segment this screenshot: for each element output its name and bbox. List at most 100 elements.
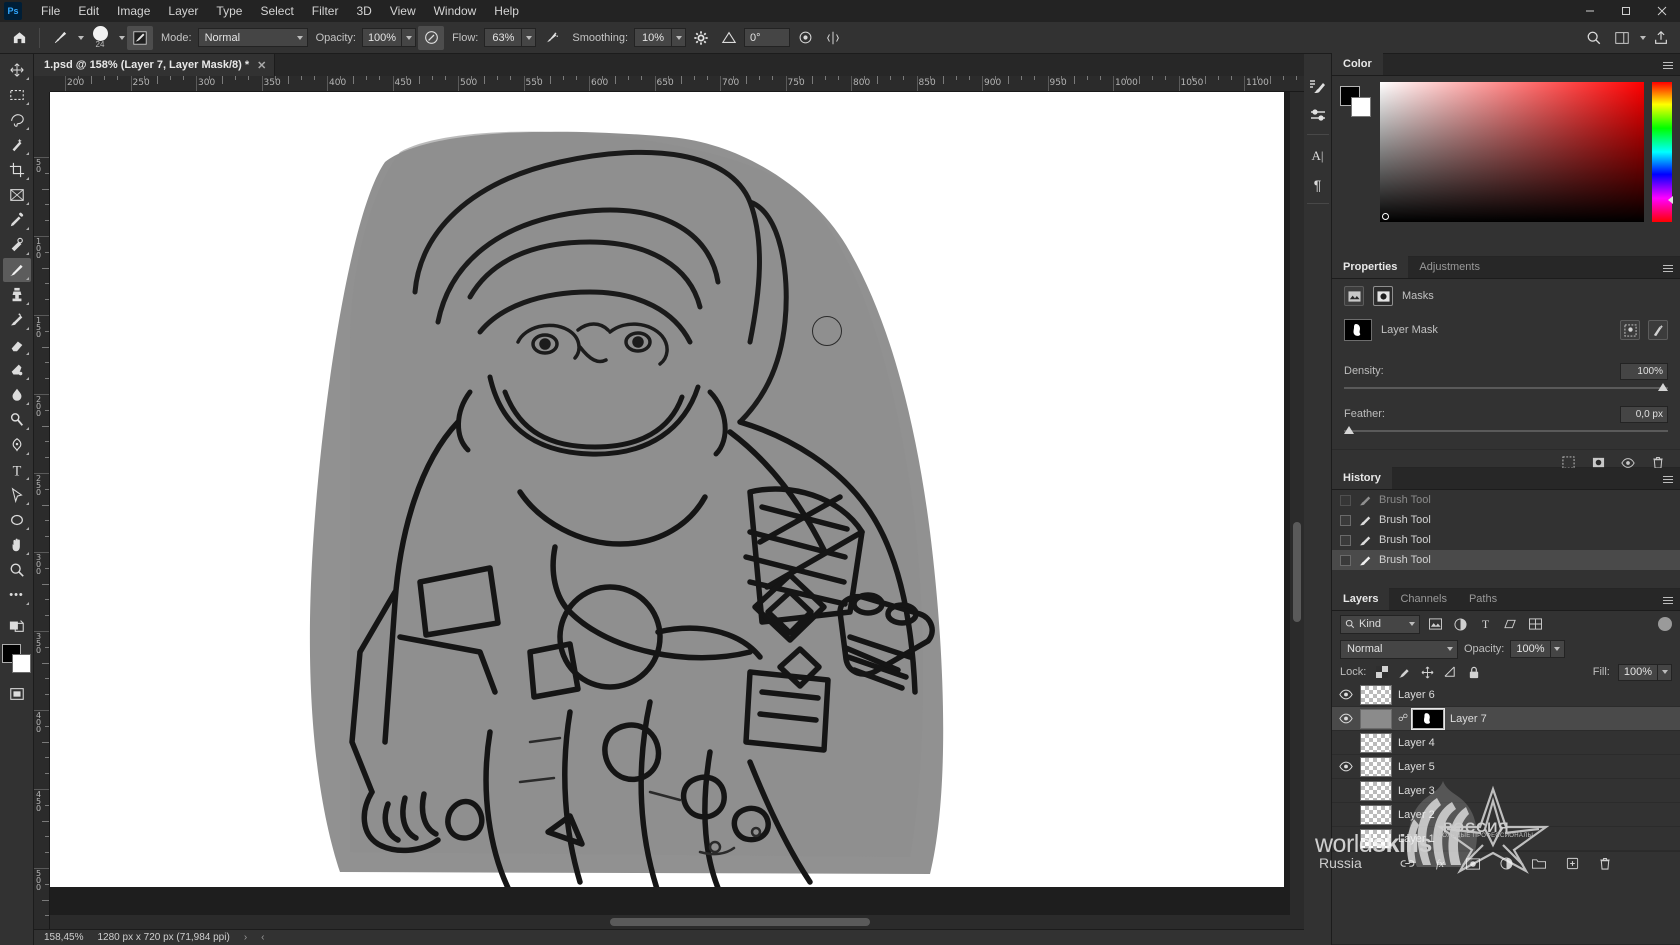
gear-icon[interactable] xyxy=(688,26,714,50)
color-panel-swatches[interactable] xyxy=(1340,86,1372,118)
scrollbar-thumb[interactable] xyxy=(610,918,870,926)
move-tool[interactable] xyxy=(3,58,31,82)
chevron-down-icon[interactable] xyxy=(1658,663,1672,681)
flow-value[interactable]: 63% xyxy=(484,28,523,47)
layer-mask-thumbnail[interactable] xyxy=(1344,319,1372,341)
brush-settings-icon[interactable] xyxy=(127,25,153,50)
scrollbar-thumb[interactable] xyxy=(1293,522,1301,622)
crop-tool[interactable] xyxy=(3,158,31,182)
layer-fill-control[interactable]: 100% xyxy=(1617,663,1672,681)
history-item[interactable]: Brush Tool xyxy=(1332,510,1680,530)
ellipse-tool[interactable] xyxy=(3,508,31,532)
layer-name[interactable]: Layer 2 xyxy=(1398,809,1435,821)
new-layer-icon[interactable] xyxy=(1564,856,1580,872)
object-selection-tool[interactable] xyxy=(3,133,31,157)
path-selection-tool[interactable] xyxy=(3,483,31,507)
gradient-tool[interactable] xyxy=(3,358,31,382)
layer-name[interactable]: Layer 1 xyxy=(1398,833,1435,845)
layer-thumbnail[interactable] xyxy=(1360,804,1392,825)
history-brush-tool[interactable] xyxy=(3,308,31,332)
close-button[interactable] xyxy=(1644,0,1680,22)
delete-layer-icon[interactable] xyxy=(1597,856,1613,872)
vector-mask-icon[interactable] xyxy=(1373,286,1393,306)
search-icon[interactable] xyxy=(1581,26,1607,50)
share-icon[interactable] xyxy=(1648,26,1674,50)
canvas[interactable] xyxy=(50,92,1284,929)
tab-adjustments[interactable]: Adjustments xyxy=(1408,256,1491,278)
paragraph-panel-icon[interactable]: ¶ xyxy=(1306,172,1330,198)
brush-size-preview[interactable]: 24 xyxy=(86,25,114,51)
history-item[interactable]: Brush Tool xyxy=(1332,490,1680,510)
layer-opacity-value[interactable]: 100% xyxy=(1510,640,1551,658)
lasso-tool[interactable] xyxy=(3,108,31,132)
airbrush-icon[interactable] xyxy=(538,26,564,50)
select-subject-icon[interactable] xyxy=(1620,320,1640,340)
filter-adjustment-icon[interactable] xyxy=(1451,615,1470,634)
filter-toggle-switch[interactable] xyxy=(1658,617,1672,631)
brush-settings-icon[interactable] xyxy=(1306,74,1330,100)
history-source-checkbox[interactable] xyxy=(1340,514,1351,526)
layer-blend-mode-select[interactable]: Normal xyxy=(1340,639,1458,659)
workspace-icon[interactable] xyxy=(1609,26,1635,50)
history-source-checkbox[interactable] xyxy=(1340,494,1351,506)
rectangular-marquee-tool[interactable] xyxy=(3,83,31,107)
layer-thumbnail[interactable] xyxy=(1360,756,1392,777)
layer-thumbnail[interactable] xyxy=(1360,780,1392,801)
eraser-tool[interactable] xyxy=(3,333,31,357)
symmetry-icon[interactable] xyxy=(820,26,846,50)
blend-mode-select[interactable]: Normal xyxy=(197,28,308,47)
layer-opacity-control[interactable]: 100% xyxy=(1510,640,1565,658)
slider-knob[interactable] xyxy=(1658,383,1668,391)
chevron-down-icon[interactable] xyxy=(402,28,417,47)
close-icon[interactable]: ✕ xyxy=(257,59,266,72)
lock-transparent-pixels-icon[interactable] xyxy=(1374,665,1389,680)
chevron-down-icon[interactable] xyxy=(119,35,125,40)
opacity-control[interactable]: 100% xyxy=(361,28,417,47)
history-state-list[interactable]: Brush Tool Brush Tool Brush Tool Brush T… xyxy=(1332,490,1680,582)
background-color-swatch[interactable] xyxy=(1351,97,1371,117)
layer-name[interactable]: Layer 7 xyxy=(1450,713,1487,725)
layer-visibility-icon[interactable] xyxy=(1338,687,1354,703)
home-icon[interactable] xyxy=(6,26,32,50)
canvas-viewport[interactable] xyxy=(50,92,1304,929)
pen-tool[interactable] xyxy=(3,433,31,457)
zoom-tool[interactable] xyxy=(3,558,31,582)
zoom-level[interactable]: 158,45% xyxy=(44,932,83,943)
feather-slider[interactable] xyxy=(1344,425,1668,437)
menu-layer[interactable]: Layer xyxy=(159,0,207,22)
panel-menu-icon[interactable] xyxy=(1663,473,1675,485)
tab-channels[interactable]: Channels xyxy=(1389,588,1457,610)
layer-thumbnail[interactable] xyxy=(1360,828,1392,849)
tab-layers[interactable]: Layers xyxy=(1332,588,1390,610)
type-tool[interactable]: T xyxy=(3,458,31,482)
menu-filter[interactable]: Filter xyxy=(303,0,348,22)
density-slider[interactable] xyxy=(1344,382,1668,394)
panel-menu-icon[interactable] xyxy=(1663,262,1675,274)
history-source-checkbox[interactable] xyxy=(1340,534,1351,546)
lock-all-icon[interactable] xyxy=(1466,665,1481,680)
add-layer-mask-icon[interactable] xyxy=(1465,856,1481,872)
layer-row[interactable]: Layer 2 xyxy=(1332,803,1680,827)
maximize-button[interactable] xyxy=(1608,0,1644,22)
tab-paths[interactable]: Paths xyxy=(1458,588,1508,610)
layer-thumbnail[interactable] xyxy=(1360,684,1392,705)
quick-mask-icon[interactable] xyxy=(3,614,31,638)
hue-slider[interactable] xyxy=(1652,82,1673,222)
color-swatches[interactable] xyxy=(1,644,32,674)
slider-knob[interactable] xyxy=(1344,426,1354,434)
opacity-value[interactable]: 100% xyxy=(361,28,403,47)
new-fill-adjustment-icon[interactable] xyxy=(1498,856,1514,872)
history-item[interactable]: Brush Tool xyxy=(1332,530,1680,550)
pixel-mask-icon[interactable] xyxy=(1344,286,1364,306)
character-panel-icon[interactable]: A| xyxy=(1306,143,1330,169)
history-item[interactable]: Brush Tool xyxy=(1332,550,1680,570)
blur-tool[interactable] xyxy=(3,383,31,407)
layer-thumbnail[interactable] xyxy=(1360,708,1392,729)
angle-value[interactable]: 0° xyxy=(744,28,791,47)
filter-pixel-icon[interactable] xyxy=(1426,615,1445,634)
status-expand-icon[interactable]: › xyxy=(244,932,247,943)
panel-menu-icon[interactable] xyxy=(1663,594,1675,606)
background-color-swatch[interactable] xyxy=(11,654,31,673)
layer-list[interactable]: Layer 6 ☍ Layer 7 Layer 4 Layer 5 Layer … xyxy=(1332,683,1680,851)
tab-history[interactable]: History xyxy=(1332,467,1392,489)
